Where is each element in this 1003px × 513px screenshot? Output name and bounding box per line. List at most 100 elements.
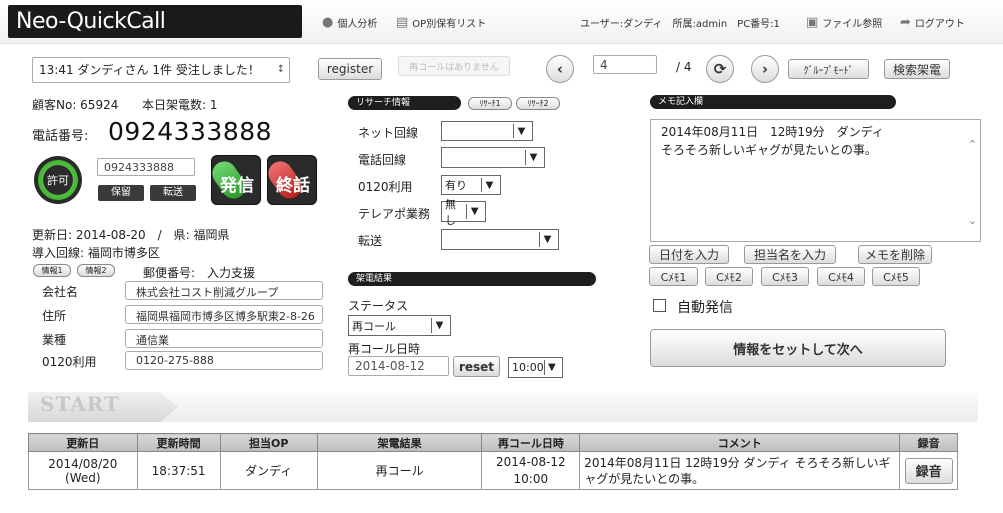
app-logo: Neo-QuickCall [8, 5, 302, 38]
line-info: 導入回線: 福岡市博多区 [32, 246, 160, 260]
chevron-right-icon: › [761, 60, 769, 78]
chevron-down-icon: ▼ [481, 178, 497, 192]
chevron-down-icon: ▼ [525, 150, 541, 165]
end-call-button[interactable]: 終話 [263, 155, 317, 205]
template-memo-2-button[interactable]: Cﾒﾓ2 [705, 267, 753, 286]
recall-time-select[interactable]: 10:00 ▼ [508, 357, 563, 378]
cell-record: 録音 [899, 451, 958, 490]
list-icon: ▤ [396, 15, 409, 30]
group-mode-button[interactable]: ｸﾞﾙｰﾌﾟﾓｰﾄﾞ [788, 59, 869, 79]
info1-tab[interactable]: 情報1 [33, 264, 71, 277]
col-header: 更新時間 [136, 433, 221, 452]
cell-date: 2014/08/20 (Wed) [28, 451, 138, 490]
chevron-down-icon: ▼ [539, 232, 555, 247]
record-button[interactable]: 録音 [904, 457, 953, 484]
cell-recall: 2014-08-12 10:00 [481, 451, 581, 490]
col-header: コメント [579, 433, 901, 452]
address-input[interactable]: 福岡県福岡市博多区博多駅東2-8-26 [125, 305, 323, 324]
cell-op: ダンディ [219, 451, 318, 490]
transfer-select[interactable]: ▼ [441, 229, 559, 250]
prev-page-button[interactable]: ‹ [546, 55, 574, 83]
scroll-down-icon[interactable]: ⌄ [968, 212, 977, 230]
allow-button[interactable]: 許可 [34, 156, 82, 204]
col-header: 録音 [899, 433, 958, 452]
scroll-up-icon[interactable]: ⌃ [968, 136, 977, 154]
net-line-select[interactable]: ▼ [441, 121, 533, 141]
cell-time: 18:37:51 [136, 451, 221, 490]
phone-line-select[interactable]: ▼ [441, 147, 545, 168]
refresh-icon: ⟳ [713, 60, 727, 78]
phone-small-input[interactable]: 0924333888 [97, 158, 195, 176]
research-tab-2[interactable]: ﾘｻｰﾁ2 [516, 97, 560, 110]
auto-dial-checkbox[interactable] [653, 299, 666, 312]
col-header: 担当OP [219, 433, 318, 452]
tollfree-use-select[interactable]: 有り ▼ [441, 175, 501, 195]
company-name-input[interactable]: 株式会社コスト削減グループ [125, 281, 323, 300]
set-and-next-button[interactable]: 情報をセットして次へ [650, 329, 946, 367]
nav-op-list[interactable]: ▤ OP別保有リスト [396, 15, 486, 30]
research-title: リサーチ情報 [348, 96, 461, 110]
chevron-left-icon: ‹ [556, 60, 564, 78]
insert-date-button[interactable]: 日付を入力 [649, 245, 729, 264]
phone-number: 0924333888 [108, 117, 273, 146]
nav-personal-analysis[interactable]: ● 個人分析 [322, 15, 377, 30]
refresh-button[interactable]: ⟳ [706, 55, 734, 83]
message-icon: ▣ [806, 15, 819, 30]
nav-file-ref[interactable]: ▣ ファイル参照 [806, 15, 882, 30]
updated-info: 更新日: 2014-08-20 / 県: 福岡県 [32, 228, 230, 242]
next-page-button[interactable]: › [751, 55, 779, 83]
table-row: 2014/08/20 (Wed) 18:37:51 ダンディ 再コール 2014… [28, 451, 958, 490]
status-label: ステータス [348, 299, 409, 313]
chevron-down-icon: ▼ [513, 124, 529, 138]
field-label: 業種 [42, 333, 67, 347]
col-header: 再コール日時 [481, 433, 581, 452]
field-label: 0120利用 [42, 355, 97, 369]
start-label: START [40, 392, 120, 416]
hold-button[interactable]: 保留 [98, 185, 144, 201]
auto-dial-label: 自動発信 [677, 300, 733, 316]
template-memo-4-button[interactable]: Cﾒﾓ4 [817, 267, 865, 286]
phone-label: 電話番号: [32, 129, 89, 144]
field-label: 会社名 [42, 285, 79, 299]
insert-owner-button[interactable]: 担当名を入力 [744, 245, 836, 264]
today-calls: 本日架電数: 1 [142, 98, 218, 112]
memo-title: メモ記入欄 [650, 95, 896, 109]
industry-input[interactable]: 通信業 [125, 329, 323, 348]
col-header: 架電結果 [316, 433, 483, 452]
result-title: 架電結果 [348, 272, 596, 286]
col-header: 更新日 [28, 433, 138, 452]
reset-button[interactable]: reset [453, 356, 500, 377]
research-label: 0120利用 [358, 180, 413, 194]
logout-arrow-icon: ➦ [900, 15, 911, 30]
research-tab-1[interactable]: ﾘｻｰﾁ1 [468, 97, 512, 110]
research-label: 電話回線 [358, 153, 407, 167]
teleapo-select[interactable]: 無し ▼ [441, 198, 486, 227]
call-button[interactable]: 発信 [207, 155, 261, 205]
status-select[interactable]: 再コール ▼ [348, 315, 451, 336]
transfer-button[interactable]: 転送 [150, 185, 196, 201]
delete-memo-button[interactable]: メモを削除 [858, 245, 932, 264]
info2-tab[interactable]: 情報2 [77, 264, 115, 277]
person-icon: ● [322, 15, 334, 30]
history-table: 更新日 更新時間 担当OP 架電結果 再コール日時 コメント 録音 2014/0… [28, 433, 958, 490]
chevron-down-icon: ▼ [543, 360, 559, 375]
nav-logout[interactable]: ➦ ログアウト [900, 15, 965, 30]
register-button[interactable]: register [318, 58, 382, 80]
user-info: ユーザー:ダンディ 所属:admin PC番号:1 [580, 19, 780, 30]
recall-date-input[interactable]: 2014-08-12 [348, 356, 449, 376]
cell-comment: 2014年08月11日 12時19分 ダンディ そろそろ新しいギャグが見たいとの… [579, 451, 901, 490]
field-label: 住所 [42, 309, 67, 323]
page-input[interactable]: 4 [593, 55, 657, 74]
notification-select[interactable]: 13:41 ダンディさん 1件 受注しました！ ↕ [32, 57, 290, 83]
template-memo-5-button[interactable]: Cﾒﾓ5 [872, 267, 920, 286]
research-label: テレアポ業務 [358, 207, 431, 221]
template-memo-3-button[interactable]: Cﾒﾓ3 [761, 267, 809, 286]
tollfree-input[interactable]: 0120-275-888 [125, 351, 323, 370]
cell-result: 再コール [316, 451, 483, 490]
postal-info: 郵便番号: 入力支援 [143, 266, 256, 280]
search-call-button[interactable]: 検索架電 [884, 59, 950, 79]
template-memo-1-button[interactable]: Cﾒﾓ1 [649, 267, 698, 286]
research-label: 転送 [358, 234, 383, 248]
chevron-down-icon: ▼ [466, 204, 482, 219]
memo-textarea[interactable]: 2014年08月11日 12時19分 ダンディ そろそろ新しいギャグが見たいとの… [650, 119, 981, 242]
